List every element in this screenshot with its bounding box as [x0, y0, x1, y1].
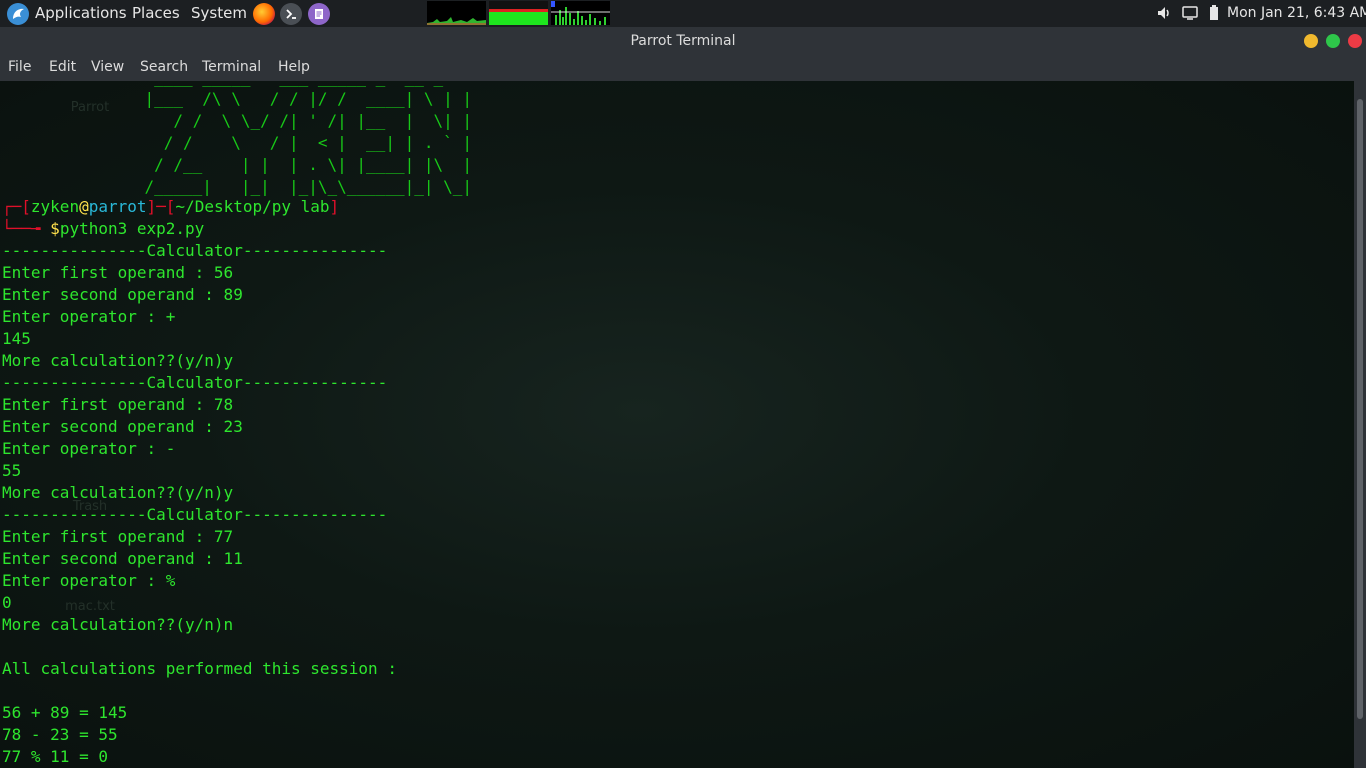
prompt-at: @: [79, 197, 89, 216]
menu-bar: File Edit View Search Terminal Help: [0, 56, 1366, 81]
window-titlebar[interactable]: Parrot Terminal: [0, 27, 1366, 56]
command-text: python3 exp2.py: [59, 219, 205, 238]
output-line: 77 % 11 = 0: [2, 747, 108, 766]
text-editor-icon[interactable]: [308, 3, 330, 25]
firefox-icon[interactable]: [253, 3, 275, 25]
output-line: More calculation??(y/n)n: [2, 615, 234, 634]
output-line: 56 + 89 = 145: [2, 703, 128, 722]
menu-file[interactable]: File: [8, 59, 31, 75]
places-menu[interactable]: Places: [132, 4, 180, 22]
display-icon[interactable]: [1182, 5, 1198, 25]
ascii-banner-line: / / \ \_/ /| ' /| |__ | \| |: [0, 111, 473, 130]
output-line: 78 - 23 = 55: [2, 725, 118, 744]
volume-icon[interactable]: [1156, 5, 1172, 25]
output-line: ---------------Calculator---------------: [2, 373, 388, 392]
prompt-close: ]: [329, 197, 340, 216]
clock[interactable]: Mon Jan 21, 6:43 AM: [1227, 5, 1366, 21]
output-line: Enter operator : +: [2, 307, 176, 326]
parrot-logo-icon[interactable]: [7, 3, 29, 25]
close-button[interactable]: [1348, 34, 1362, 48]
prompt-separator: ]─[: [146, 197, 176, 216]
cpu-monitor-graph: [427, 1, 486, 25]
prompt-symbol: $: [50, 219, 60, 238]
output-line: Enter operator : -: [2, 439, 176, 458]
ascii-banner-line: |___ /\ \ / / |/ / ____| \ | |: [0, 89, 473, 108]
output-line: 55: [2, 461, 22, 480]
menu-help[interactable]: Help: [278, 59, 310, 75]
output-line: Enter second operand : 89: [2, 285, 243, 304]
output-line: Enter first operand : 56: [2, 263, 234, 282]
minimize-button[interactable]: [1304, 34, 1318, 48]
ascii-banner-line: /_____| |_| |_|\_\______|_| \_|: [0, 177, 473, 196]
battery-icon[interactable]: [1208, 5, 1220, 25]
prompt-arrow: └──╼: [2, 219, 51, 238]
output-line: Enter first operand : 77: [2, 527, 234, 546]
window-title: Parrot Terminal: [630, 33, 736, 49]
ascii-banner-line: / / \ / | < | __| | . ` |: [0, 133, 473, 152]
terminal-view[interactable]: Parrot Trash mac.txt ____ _____ ___ ____…: [0, 81, 1354, 768]
output-line: More calculation??(y/n)y: [2, 351, 234, 370]
output-line: Enter operator : %: [2, 571, 176, 590]
prompt-corner: ┌─[: [2, 197, 31, 216]
menu-terminal[interactable]: Terminal: [202, 59, 261, 75]
prompt-line: ┌─[zyken@parrot]─[~/Desktop/py lab]: [2, 196, 339, 218]
prompt-user: zyken: [30, 197, 80, 216]
prompt-host: parrot: [88, 197, 147, 216]
output-line: Enter second operand : 23: [2, 417, 243, 436]
top-panel: Applications Places System Mon Jan 21, 6…: [0, 0, 1366, 27]
output-line: ---------------Calculator---------------: [2, 505, 388, 524]
command-line: └──╼ $python3 exp2.py: [2, 218, 204, 240]
output-line: More calculation??(y/n)y: [2, 483, 234, 502]
network-monitor-graph: [551, 1, 610, 25]
terminal-scrollbar[interactable]: [1354, 81, 1366, 768]
scrollbar-thumb[interactable]: [1357, 99, 1363, 719]
prompt-path: ~/Desktop/py lab: [175, 197, 330, 216]
maximize-button[interactable]: [1326, 34, 1340, 48]
output-line: 0: [2, 593, 12, 612]
menu-view[interactable]: View: [91, 59, 124, 75]
menu-edit[interactable]: Edit: [49, 59, 76, 75]
ascii-banner-line: / /__ | | | . \| |____| |\ |: [0, 155, 473, 174]
system-menu[interactable]: System: [191, 4, 247, 22]
terminal-launcher-icon[interactable]: [280, 3, 302, 25]
memory-monitor-graph: [489, 1, 548, 25]
output-line: 145: [2, 329, 31, 348]
applications-menu[interactable]: Applications: [35, 4, 127, 22]
desktop-ghost-label: mac.txt: [65, 599, 115, 614]
output-line: ---------------Calculator---------------: [2, 241, 388, 260]
output-line: All calculations performed this session …: [2, 659, 397, 678]
output-line: Enter first operand : 78: [2, 395, 234, 414]
menu-search[interactable]: Search: [140, 59, 188, 75]
output-line: Enter second operand : 11: [2, 549, 243, 568]
